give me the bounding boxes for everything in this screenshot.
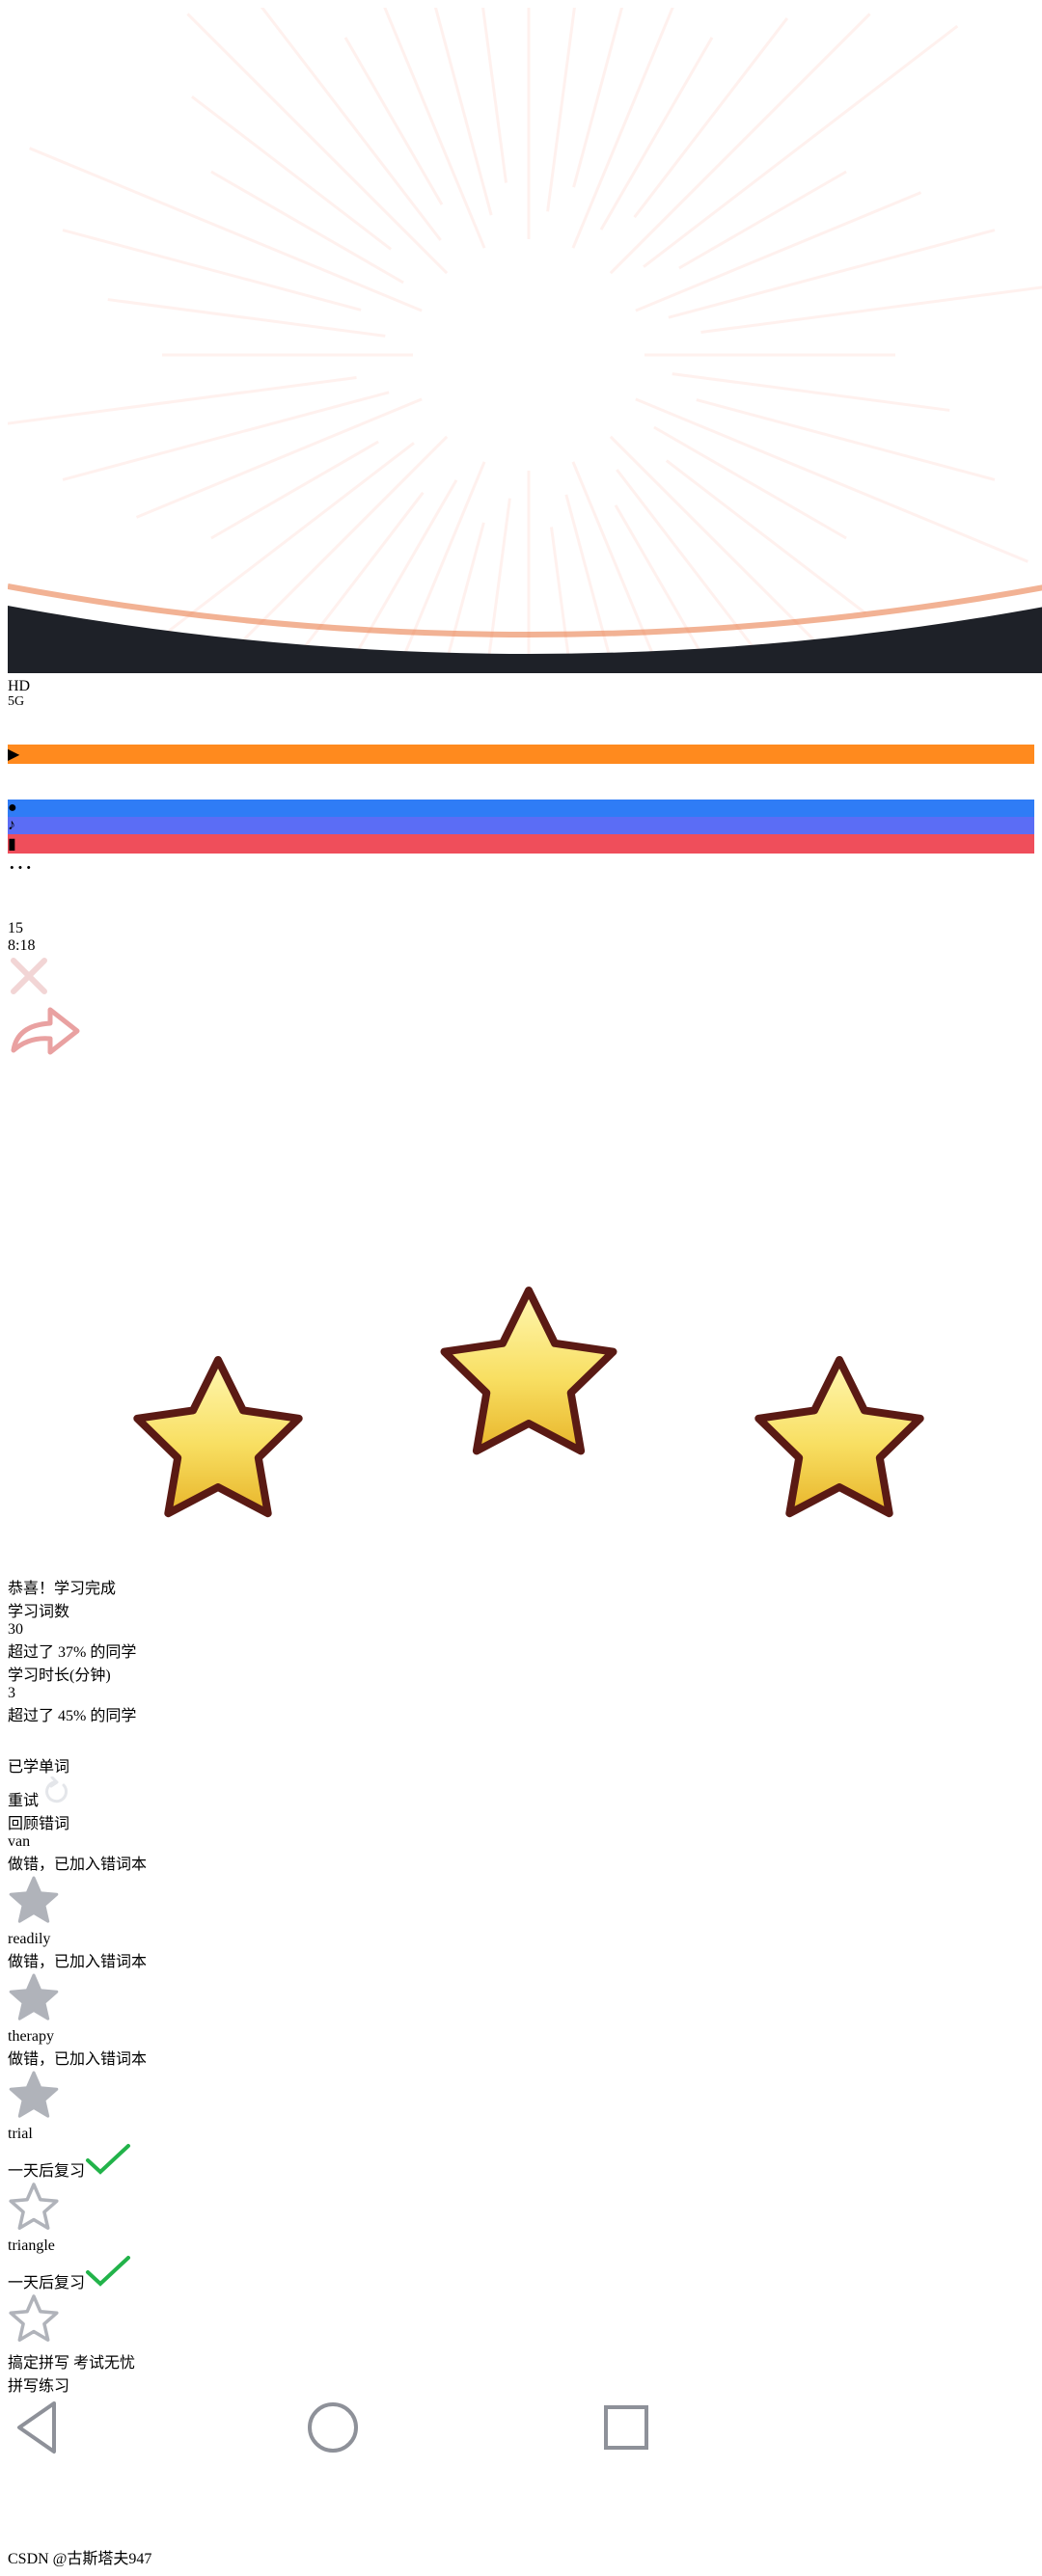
learned-words-card: 已学单词 重试 回顾错词 van 做错，已加入错词本 readily 做错，已加入错词…	[8, 1725, 1034, 2349]
signal-icon	[10, 712, 38, 738]
hero-banner: HD 5G ▶ ● ♪ ▮ ··· 15 8:18 恭喜！学习完成	[0, 0, 1042, 1598]
learned-words-title: 已学单词	[8, 1759, 70, 1776]
stat-words: 学习词数 30 超过了 37% 的同学	[8, 1598, 1034, 1662]
word-text: triangle	[8, 2237, 55, 2254]
word-text: therapy	[8, 2028, 54, 2045]
percent-badge: 37%	[58, 1644, 87, 1661]
video-app-icon: ▶	[8, 745, 1034, 764]
more-notifications-icon: ···	[8, 854, 33, 881]
stat-value: 3	[8, 1685, 15, 1701]
compare-suffix: 的同学	[90, 1644, 137, 1661]
browser-app-icon: ●	[8, 800, 1034, 817]
hd-indicator: HD	[8, 678, 31, 694]
word-status-text: 做错，已加入错词本	[8, 2051, 148, 2068]
battery-indicator: 15	[8, 920, 1034, 937]
word-status-text: 一天后复习	[8, 2163, 86, 2180]
battery-level: 15	[8, 920, 23, 936]
word-row[interactable]: readily 做错，已加入错词本	[8, 1931, 1034, 2028]
star-outline-icon[interactable]	[8, 2181, 60, 2233]
rating-star-icon	[133, 1356, 303, 1518]
retry-button[interactable]: 重试	[8, 1776, 1034, 1810]
stat-comparison: 超过了 37% 的同学	[8, 1639, 1034, 1662]
share-icon	[11, 1007, 80, 1055]
word-status-text: 做错，已加入错词本	[8, 1857, 148, 1873]
watermark: CSDN @古斯塔夫947	[8, 2551, 152, 2567]
promo-tagline: 搞定拼写 考试无忧	[8, 2355, 136, 2372]
compare-prefix: 超过了	[8, 1644, 55, 1661]
recents-nav-button[interactable]	[594, 2396, 884, 2540]
star-outline-icon[interactable]	[8, 2292, 60, 2345]
word-status: 一天后复习	[8, 2143, 1034, 2181]
status-bar: HD 5G ▶ ● ♪ ▮ ··· 15 8:18	[8, 678, 1034, 955]
stat-duration: 学习时长(分钟) 3 超过了 45% 的同学	[8, 1662, 1034, 1725]
stats-card: 学习词数 30 超过了 37% 的同学 学习时长(分钟) 3 超过了 45% 的…	[8, 1598, 1034, 1725]
rating-star-icon	[754, 1356, 924, 1518]
circle-app-icon	[10, 766, 37, 793]
book-app-icon: ▮	[8, 834, 1034, 854]
word-status-text: 一天后复习	[8, 2275, 86, 2291]
wifi-icon	[51, 712, 86, 738]
word-row[interactable]: trial 一天后复习	[8, 2126, 1034, 2237]
recents-square-icon	[604, 2405, 648, 2450]
retry-label: 重试	[8, 1793, 40, 1809]
word-text: van	[8, 1833, 31, 1850]
network-indicator: 5G	[8, 695, 37, 709]
word-status: 一天后复习	[8, 2255, 1034, 2292]
star-filled-icon[interactable]	[8, 1874, 60, 1926]
close-button[interactable]	[8, 955, 1034, 1002]
spelling-practice-button-frame: 拼写练习	[8, 2373, 1034, 2396]
firework-background	[0, 0, 1042, 891]
word-text: trial	[8, 2126, 33, 2142]
status-icons-left: HD 5G ▶ ● ♪ ▮ ···	[8, 678, 1034, 882]
alarm-icon	[11, 883, 38, 913]
stat-label: 学习词数	[8, 1604, 70, 1620]
star-filled-icon[interactable]	[8, 1971, 60, 2023]
word-status: 做错，已加入错词本	[8, 1851, 1034, 1874]
word-status-text: 做错，已加入错词本	[8, 1954, 148, 1970]
spelling-practice-label: 拼写练习	[8, 2378, 70, 2395]
compare-suffix: 的同学	[90, 1708, 137, 1724]
share-button[interactable]	[8, 1002, 85, 1064]
back-triangle-icon	[17, 2401, 56, 2454]
star-filled-icon[interactable]	[8, 2069, 60, 2121]
stat-comparison: 超过了 45% 的同学	[8, 1702, 1034, 1725]
system-navigation-bar	[8, 2396, 1034, 2545]
stat-value: 30	[8, 1621, 23, 1638]
rating-stars	[133, 1287, 924, 1518]
back-nav-button[interactable]	[8, 2396, 297, 2540]
rating-star-icon	[440, 1287, 617, 1455]
word-status: 做错，已加入错词本	[8, 2046, 1034, 2069]
refresh-icon	[45, 1776, 69, 1803]
review-mistakes-button[interactable]: 回顾错词	[8, 1810, 1034, 1833]
clock: 8:18	[8, 937, 36, 954]
check-circle-icon	[8, 1725, 1034, 1753]
word-status: 做错，已加入错词本	[8, 1948, 1034, 1971]
completion-title: 恭喜！学习完成	[8, 1581, 117, 1597]
word-text: readily	[8, 1931, 51, 1947]
close-icon	[11, 958, 47, 994]
percent-badge: 45%	[58, 1708, 87, 1724]
spelling-practice-button[interactable]: 拼写练习	[8, 2373, 1034, 2396]
checkmark-icon	[86, 2144, 131, 2175]
stat-label: 学习时长(分钟)	[8, 1668, 111, 1684]
result-page: HD 5G ▶ ● ♪ ▮ ··· 15 8:18 恭喜！学习完成 学习词数 3…	[0, 0, 1042, 2568]
word-row[interactable]: triangle 一天后复习	[8, 2237, 1034, 2349]
compare-prefix: 超过了	[8, 1708, 55, 1724]
status-icons-right: 15 8:18	[8, 882, 1034, 955]
home-nav-button[interactable]	[301, 2396, 590, 2540]
music-app-icon: ♪	[8, 817, 1034, 834]
word-row[interactable]: van 做错，已加入错词本	[8, 1833, 1034, 1931]
checkmark-icon	[86, 2256, 131, 2287]
home-circle-icon	[308, 2402, 358, 2453]
network-label: 5G	[8, 694, 25, 709]
word-row[interactable]: therapy 做错，已加入错词本	[8, 2028, 1034, 2126]
